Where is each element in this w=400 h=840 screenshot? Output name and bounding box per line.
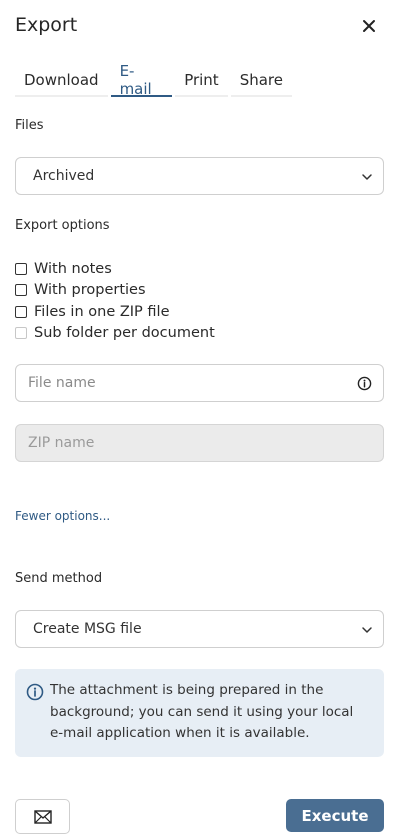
envelope-icon (33, 809, 52, 824)
tab-download[interactable]: Download (15, 64, 108, 97)
execute-button[interactable]: Execute (286, 799, 384, 832)
zip-name-field: ZIP name (15, 424, 384, 462)
send-method-value: Create MSG file (33, 621, 142, 637)
zip-name-placeholder: ZIP name (28, 435, 95, 451)
sub-folder-label: Sub folder per document (34, 325, 215, 342)
send-method-label: Send method (15, 571, 103, 586)
file-name-placeholder: File name (28, 375, 96, 391)
export-panel: Export Download E-mail Print Share Files… (0, 0, 400, 840)
tab-bar: Download E-mail Print Share (15, 62, 295, 99)
tab-share[interactable]: Share (230, 64, 292, 97)
one-zip-checkbox[interactable] (15, 305, 27, 318)
file-name-field[interactable]: File name (15, 364, 384, 402)
export-options-list: With notes With properties Files in one … (15, 258, 215, 344)
tab-email[interactable]: E-mail (110, 62, 173, 98)
page-title: Export (15, 14, 78, 36)
one-zip-label: Files in one ZIP file (34, 303, 170, 320)
notice-text: The attachment is being prepared in the … (50, 682, 354, 741)
sub-folder-checkbox (15, 327, 27, 340)
export-options-label: Export options (15, 218, 110, 233)
files-label: Files (15, 118, 44, 133)
with-notes-label: With notes (34, 260, 112, 277)
with-properties-checkbox[interactable] (15, 284, 27, 297)
header: Export (15, 10, 385, 42)
chevron-down-icon (362, 174, 372, 180)
tab-print[interactable]: Print (175, 64, 228, 97)
option-one-zip: Files in one ZIP file (15, 301, 215, 323)
info-icon[interactable] (357, 376, 372, 391)
email-button[interactable] (15, 799, 70, 834)
fewer-options-link[interactable]: Fewer options... (15, 509, 110, 523)
with-properties-label: With properties (34, 282, 146, 299)
option-with-notes: With notes (15, 258, 215, 280)
chevron-down-icon (362, 627, 372, 633)
send-method-select[interactable]: Create MSG file (15, 610, 384, 648)
with-notes-checkbox[interactable] (15, 262, 27, 275)
option-with-properties: With properties (15, 280, 215, 302)
close-button[interactable] (355, 12, 383, 40)
option-sub-folder: Sub folder per document (15, 323, 215, 345)
info-icon (26, 683, 44, 701)
info-notice: The attachment is being prepared in the … (15, 669, 384, 757)
files-select[interactable]: Archived (15, 157, 384, 195)
close-icon (363, 20, 375, 32)
files-select-value: Archived (33, 168, 95, 184)
